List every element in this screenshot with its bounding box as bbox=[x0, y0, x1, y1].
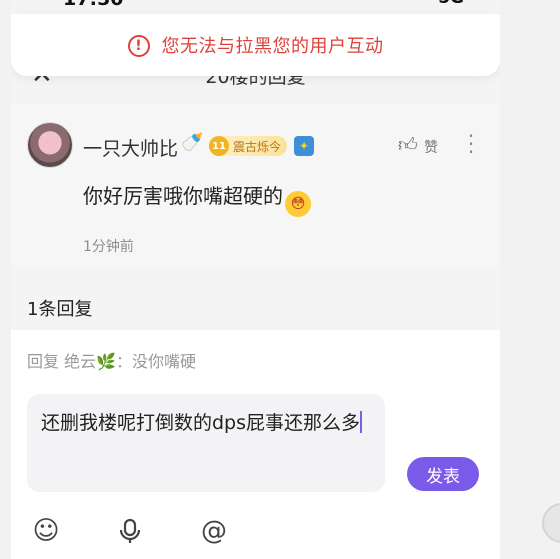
post-time: 1分钟前 bbox=[83, 239, 134, 255]
thumbs-up-icon[interactable]: 👍︎ bbox=[398, 134, 418, 157]
level-name: 震古烁今 bbox=[233, 139, 282, 154]
avatar[interactable] bbox=[27, 122, 73, 168]
post-content: 你好厉害哦你嘴超硬的 😳 bbox=[83, 180, 311, 217]
emoji-icon[interactable]: ☺ bbox=[31, 516, 61, 546]
status-bar: 17:50 5G bbox=[11, 0, 500, 12]
post-text: 你好厉害哦你嘴超硬的 bbox=[83, 184, 283, 208]
reply-target: 回复 绝云🌿：没你嘴硬 bbox=[27, 348, 196, 372]
toast-message: 您无法与拉黑您的用户互动 bbox=[161, 36, 384, 57]
reply-count: 1条回复 bbox=[27, 299, 93, 320]
floating-action-button[interactable] bbox=[542, 503, 560, 543]
mention-icon[interactable]: @ bbox=[199, 516, 229, 546]
medal-icon[interactable]: ✦ bbox=[294, 136, 314, 156]
username[interactable]: 一只大帅比 bbox=[83, 134, 178, 161]
leaf-icon: 🌿 bbox=[96, 352, 117, 371]
reply-editor: 回复 绝云🌿：没你嘴硬 还删我楼呢打倒数的dps屁事还那么多 发表 ☺ @ bbox=[11, 330, 500, 559]
baby-bottle-icon: 🍼 bbox=[181, 132, 204, 153]
blocked-toast: ! 您无法与拉黑您的用户互动 bbox=[11, 14, 500, 76]
warning-icon: ! bbox=[127, 35, 150, 57]
flushed-face-icon: 😳 bbox=[285, 191, 311, 217]
text-caret bbox=[360, 411, 363, 433]
like-label[interactable]: 赞 bbox=[424, 137, 438, 157]
floor-post: 一只大帅比 🍼 11 震古烁今 ✦ 👍︎ 赞 · · · 你好厉害哦你嘴超硬的 😳 1… bbox=[11, 104, 500, 266]
level-badge[interactable]: 11 震古烁今 bbox=[209, 136, 288, 156]
send-button[interactable]: 发表 bbox=[407, 457, 479, 491]
reply-input[interactable]: 还删我楼呢打倒数的dps屁事还那么多 bbox=[27, 394, 385, 492]
level-number: 11 bbox=[209, 136, 229, 156]
reply-quote: ：没你嘴硬 bbox=[116, 352, 197, 371]
reply-prefix: 回复 绝云 bbox=[27, 352, 97, 371]
reply-input-text: 还删我楼呢打倒数的dps屁事还那么多 bbox=[41, 412, 361, 434]
network-indicator: 5G bbox=[438, 0, 464, 8]
app-screen: 17:50 5G ! 您无法与拉黑您的用户互动 ✕ 20楼的回复 一只大帅比 🍼… bbox=[11, 0, 500, 559]
status-time: 17:50 bbox=[63, 0, 123, 10]
microphone-icon[interactable] bbox=[115, 516, 145, 546]
reply-count-bar: 1条回复 bbox=[11, 278, 500, 328]
more-options-icon[interactable]: · · · bbox=[466, 126, 476, 162]
